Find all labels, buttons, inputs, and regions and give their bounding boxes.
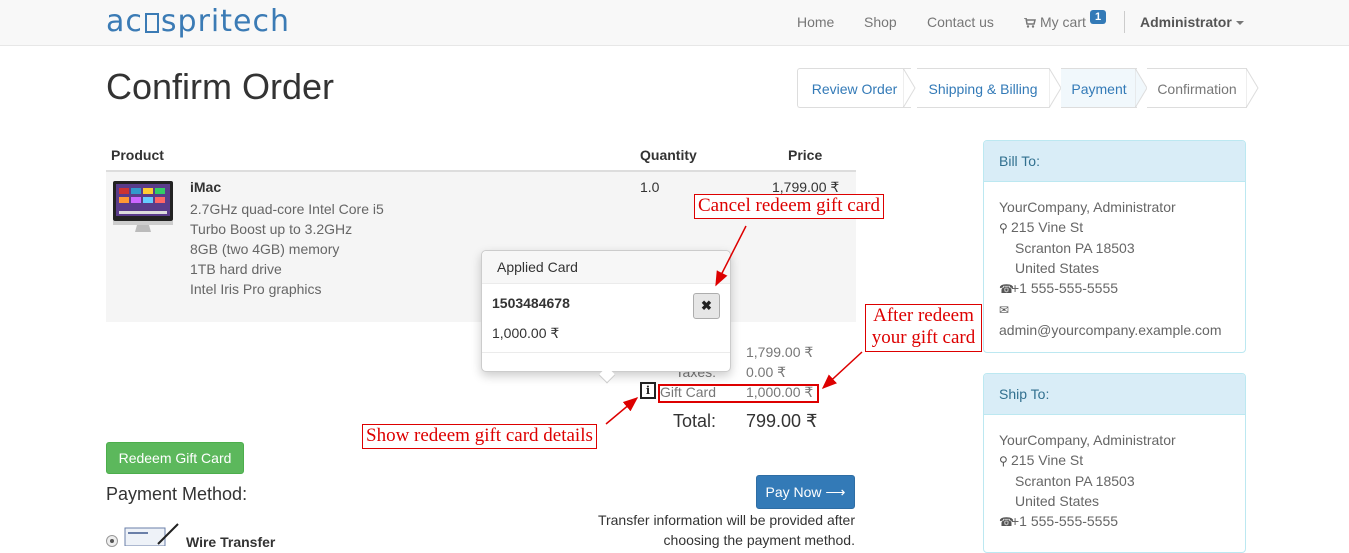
nav-shop[interactable]: Shop	[864, 14, 897, 30]
ship-to-address: YourCompany, Administrator ⚲ 215 Vine St …	[984, 415, 1245, 532]
product-image[interactable]	[113, 181, 173, 233]
annotation-after-line1: After redeem	[873, 305, 974, 326]
arrow-right-icon: ⟶	[825, 484, 846, 500]
ship-to-city: Scranton PA 18503	[1015, 473, 1135, 489]
product-quantity: 1.0	[640, 179, 660, 195]
navbar: ac spritech Home Shop Contact us My cart …	[0, 0, 1349, 46]
wizard-arrow-icon	[903, 68, 916, 108]
header-product: Product	[111, 147, 164, 163]
subtotal-value: 1,799.00 ₹	[746, 344, 814, 360]
applied-card-popover: Applied Card 1503484678 1,000.00 ₹ ✖	[481, 250, 731, 384]
redeem-gift-card-button[interactable]: Redeem Gift Card	[106, 442, 244, 474]
product-spec: Intel Iris Pro graphics	[190, 281, 322, 297]
gift-card-code: 1503484678	[492, 295, 570, 311]
payment-method-label: Payment Method:	[106, 484, 248, 504]
nav-cart-label: My cart	[1040, 14, 1086, 30]
logo-text-left: ac	[106, 4, 143, 39]
logo-mark-icon	[144, 13, 159, 33]
arrow-to-gift-card-row	[821, 351, 863, 390]
ship-to-street: 215 Vine St	[1011, 452, 1084, 468]
product-spec: 1TB hard drive	[190, 261, 282, 277]
wizard-step-label: Confirmation	[1157, 81, 1237, 97]
annotation-show-details: Show redeem gift card details	[362, 424, 597, 449]
ship-to-phone: +1 555-555-5555	[1011, 513, 1119, 529]
cart-count-badge: 1	[1090, 10, 1107, 24]
arrow-to-info-icon	[605, 397, 639, 425]
bill-to-city: Scranton PA 18503	[1015, 240, 1135, 256]
wizard-step-label: Review Order	[811, 81, 898, 97]
bill-to-address: YourCompany, Administrator ⚲ 215 Vine St …	[984, 182, 1245, 340]
bill-to-phone: +1 555-555-5555	[1011, 280, 1119, 296]
nav-home[interactable]: Home	[797, 14, 834, 30]
wizard-step-confirmation: Confirmation	[1147, 68, 1247, 108]
wizard-step-label: Payment	[1071, 81, 1127, 97]
bill-to-name: YourCompany, Administrator	[999, 199, 1176, 215]
transfer-note: Transfer information will be provided af…	[597, 512, 855, 548]
wizard-step-label: Shipping & Billing	[928, 81, 1038, 97]
ship-to-country: United States	[1015, 493, 1100, 509]
pay-now-button[interactable]: Pay Now ⟶	[756, 475, 855, 509]
ship-to-name: YourCompany, Administrator	[999, 432, 1176, 448]
popover-footer-divider	[482, 352, 730, 353]
ship-to-title: Ship To:	[984, 374, 1245, 415]
user-name: Administrator	[1140, 14, 1232, 30]
header-price: Price	[788, 147, 823, 163]
envelope-icon: ✉	[999, 303, 1010, 317]
gift-card-info-icon[interactable]: i	[640, 382, 656, 399]
total-label: Total:	[673, 411, 717, 431]
bill-to-country: United States	[1015, 260, 1100, 276]
nav-cart[interactable]: My cart	[1024, 14, 1086, 30]
product-spec: 2.7GHz quad-core Intel Core i5	[190, 201, 384, 217]
product-spec: Turbo Boost up to 3.2GHz	[190, 221, 353, 237]
bill-to-title: Bill To:	[984, 141, 1245, 182]
remove-gift-card-button[interactable]: ✖	[693, 293, 720, 319]
logo-text-right: spritech	[160, 4, 290, 39]
ship-to-panel: Ship To: YourCompany, Administrator ⚲ 215…	[983, 373, 1246, 553]
wire-transfer-label[interactable]: Wire Transfer	[186, 534, 275, 550]
total-value: 799.00 ₹	[746, 411, 818, 431]
bill-to-email: admin@yourcompany.example.com	[999, 322, 1222, 338]
wizard-step-review[interactable]: Review Order	[797, 68, 911, 108]
product-spec: 8GB (two 4GB) memory	[190, 241, 340, 257]
close-icon: ✖	[701, 298, 712, 313]
product-description: 2.7GHz quad-core Intel Core i5 Turbo Boo…	[190, 199, 384, 299]
pay-now-label: Pay Now	[765, 484, 822, 500]
wire-transfer-icon	[124, 523, 179, 546]
map-marker-icon: ⚲	[999, 221, 1008, 235]
nav-contact[interactable]: Contact us	[927, 14, 994, 30]
nav-divider	[1124, 11, 1125, 33]
wizard-step-shipping[interactable]: Shipping & Billing	[917, 68, 1049, 108]
phone-icon: ☎	[999, 282, 1014, 296]
header-quantity: Quantity	[640, 147, 697, 163]
popover-arrow	[598, 366, 616, 384]
phone-icon: ☎	[999, 515, 1014, 529]
annotation-after-line2: your gift card	[871, 327, 976, 348]
caret-down-icon	[1235, 21, 1244, 25]
annotation-cancel: Cancel redeem gift card	[694, 194, 884, 219]
page-title: Confirm Order	[106, 66, 335, 107]
gift-card-amount: 1,000.00 ₹	[492, 325, 560, 341]
wire-transfer-radio[interactable]	[106, 535, 118, 547]
bill-to-street: 215 Vine St	[1011, 219, 1084, 235]
wizard-arrow-icon	[1246, 68, 1259, 108]
map-marker-icon: ⚲	[999, 454, 1008, 468]
annotation-after-redeem: After redeem your gift card	[865, 304, 982, 352]
bill-to-panel: Bill To: YourCompany, Administrator ⚲ 215…	[983, 140, 1246, 353]
site-logo[interactable]: ac spritech	[106, 4, 290, 39]
user-menu[interactable]: Administrator	[1140, 14, 1244, 30]
taxes-value: 0.00 ₹	[746, 364, 787, 380]
wizard-step-payment[interactable]: Payment	[1061, 68, 1137, 108]
popover-title: Applied Card	[482, 251, 730, 284]
product-name[interactable]: iMac	[190, 179, 221, 195]
gift-card-highlight-box	[658, 384, 819, 403]
cart-icon	[1024, 18, 1036, 28]
